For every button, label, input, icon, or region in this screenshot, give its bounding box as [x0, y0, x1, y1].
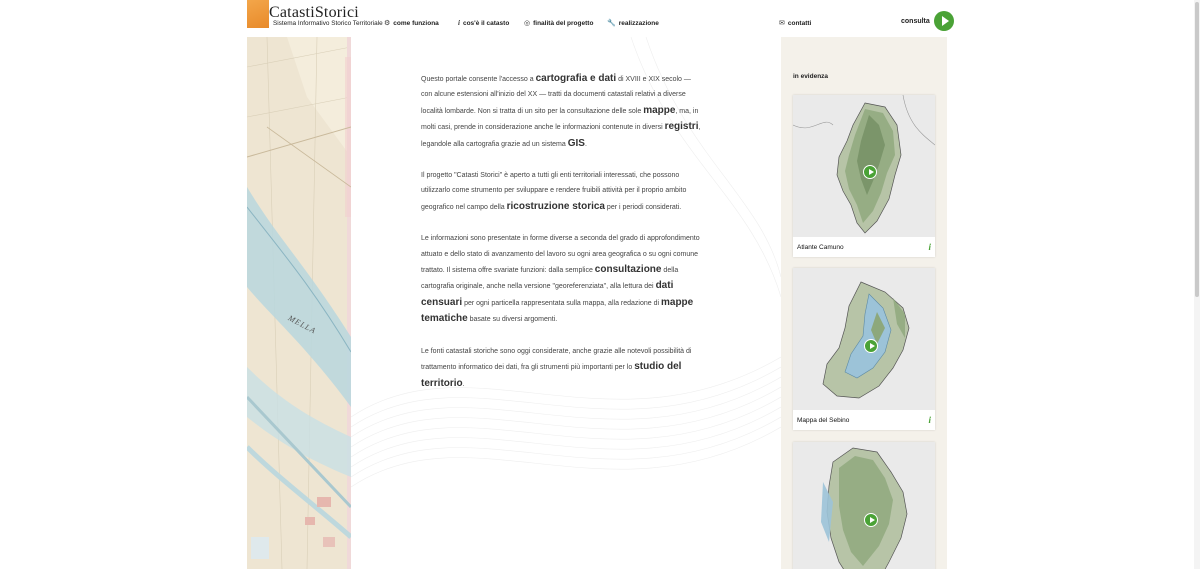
nav-realizzazione[interactable]: 🔧 realizzazione: [607, 19, 659, 28]
highlight: ricostruzione storica: [506, 200, 605, 212]
card-atlante-camuno[interactable]: Atlante Camuno i: [793, 95, 935, 257]
nav-label: contatti: [787, 19, 812, 27]
nav-label: cos'è il catasto: [462, 19, 510, 27]
paragraph-2: Il progetto "Catasti Storici" è aperto a…: [421, 168, 701, 215]
highlight: GIS: [567, 137, 585, 149]
text-run: Questo portale consente l'accesso a: [421, 76, 536, 83]
text-run: .: [462, 380, 465, 388]
card-mappa-del-sebino[interactable]: Mappa del Sebino i: [793, 268, 935, 430]
text-run: basate su diversi argomenti.: [467, 316, 558, 324]
nav-label: finalità del progetto: [533, 19, 594, 27]
paragraph-3: Le informazioni sono presentate in forme…: [421, 231, 701, 327]
nav-cose-il-catasto[interactable]: i cos'è il catasto: [458, 19, 509, 27]
info-icon[interactable]: i: [928, 242, 931, 252]
target-icon: ◎: [524, 20, 531, 27]
text-run: per i periodi considerati.: [604, 203, 682, 211]
card-title: Mappa del Sebino: [797, 416, 850, 424]
header: CatastiStorici Sistema Informativo Stori…: [247, 0, 954, 37]
paragraph-4: Le fonti catastali storiche sono oggi co…: [421, 344, 701, 392]
sidebar-title: in evidenza: [793, 73, 829, 80]
nav-label: come funziona: [393, 19, 439, 27]
map-thumbnail[interactable]: [793, 442, 935, 569]
play-icon[interactable]: [863, 165, 877, 179]
map-thumbnail[interactable]: [793, 268, 935, 410]
play-icon[interactable]: [864, 513, 878, 527]
card-caption: Mappa del Sebino i: [793, 410, 935, 430]
sidebar-in-evidenza: in evidenza Atlante Camuno i Mappa del S…: [781, 37, 947, 569]
highlight: mappe: [643, 104, 676, 116]
info-icon: i: [458, 19, 460, 27]
consulta-button[interactable]: consulta: [901, 11, 954, 31]
main-content: Questo portale consente l'accesso a cart…: [351, 37, 781, 569]
highlight: registri: [664, 121, 699, 133]
nav-label: realizzazione: [618, 19, 659, 27]
envelope-icon: ✉: [779, 20, 785, 27]
card-caption: Atlante Camuno i: [793, 237, 935, 257]
highlight: cartografia e dati: [535, 73, 617, 84]
gears-icon: ⚙: [384, 20, 391, 27]
play-icon[interactable]: [864, 339, 878, 353]
historic-map-image: MELLA: [247, 37, 351, 569]
card-title: Atlante Camuno: [797, 243, 844, 251]
site-subtitle: Sistema Informativo Storico Territoriale: [273, 20, 383, 27]
nav-finalita[interactable]: ◎ finalità del progetto: [524, 19, 594, 28]
scrollbar-thumb[interactable]: [1195, 2, 1199, 297]
nav-contatti[interactable]: ✉ contatti: [779, 19, 812, 28]
site-title[interactable]: CatastiStorici: [269, 5, 359, 21]
nav-come-funziona[interactable]: ⚙ come funziona: [384, 19, 439, 28]
map-thumbnail[interactable]: [793, 95, 935, 237]
highlight: consultazione: [594, 264, 662, 276]
consulta-label: consulta: [901, 17, 930, 25]
text-run: per ogni particella rappresentata sulla …: [462, 299, 661, 307]
page: CatastiStorici Sistema Informativo Stori…: [0, 0, 1200, 569]
intro-text: Questo portale consente l'accesso a cart…: [421, 71, 701, 408]
wrench-icon: 🔧: [607, 20, 616, 27]
info-icon[interactable]: i: [928, 415, 931, 425]
play-icon: [933, 11, 954, 31]
scrollbar[interactable]: [1194, 0, 1200, 569]
card-third-map[interactable]: [793, 442, 935, 569]
paragraph-1: Questo portale consente l'accesso a cart…: [421, 71, 701, 152]
logo-mark[interactable]: [247, 0, 269, 28]
text-run: .: [584, 140, 587, 148]
